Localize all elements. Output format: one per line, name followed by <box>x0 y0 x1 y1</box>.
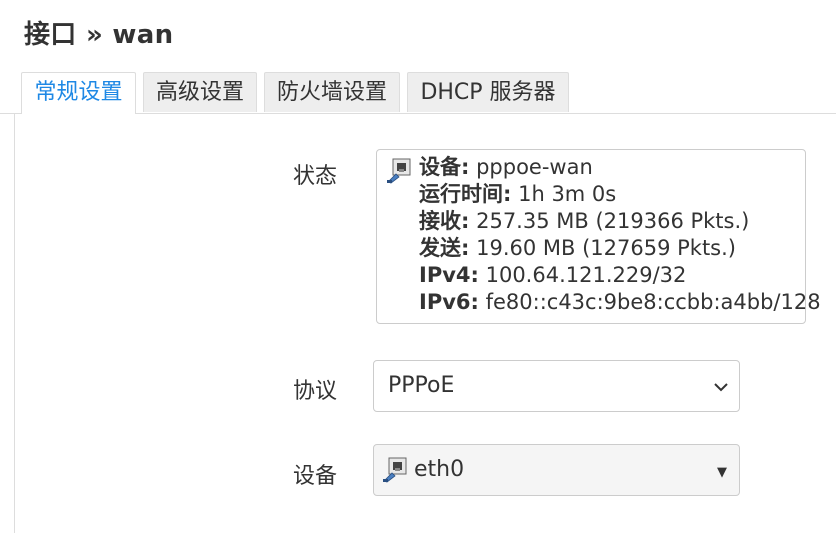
chevron-down-icon <box>714 383 728 392</box>
ethernet-port-icon <box>387 158 411 184</box>
tab-firewall-settings[interactable]: 防火墙设置 <box>264 72 400 112</box>
status-value: 19.60 MB (127659 Pkts.) <box>476 236 736 260</box>
status-details: 设备: pppoe-wan 运行时间: 1h 3m 0s 接收: 257.35 … <box>419 154 821 316</box>
device-select[interactable]: eth0 ▼ <box>373 444 740 496</box>
status-line-ipv4: IPv4: 100.64.121.229/32 <box>419 262 821 289</box>
status-line-rx: 接收: 257.35 MB (219366 Pkts.) <box>419 208 821 235</box>
status-line-ipv6: IPv6: fe80::c43c:9be8:ccbb:a4bb/128 <box>419 289 821 316</box>
status-key: IPv4: <box>419 263 479 287</box>
device-select-value: eth0 <box>414 457 465 482</box>
ethernet-port-icon <box>383 457 407 483</box>
protocol-select[interactable]: PPPoE <box>373 360 740 412</box>
status-value: 257.35 MB (219366 Pkts.) <box>476 209 750 233</box>
status-value: 1h 3m 0s <box>518 182 617 206</box>
status-label: 状态 <box>293 164 338 189</box>
tab-dhcp-server[interactable]: DHCP 服务器 <box>407 72 569 112</box>
tab-advanced-settings[interactable]: 高级设置 <box>143 72 257 112</box>
tab-bar: 常规设置 高级设置 防火墙设置 DHCP 服务器 <box>0 70 836 114</box>
status-key: 发送: <box>419 236 470 260</box>
protocol-select-value: PPPoE <box>388 373 455 398</box>
status-key: 设备: <box>419 155 470 179</box>
tab-general-settings[interactable]: 常规设置 <box>21 72 136 114</box>
dropdown-triangle-icon: ▼ <box>717 465 727 480</box>
status-value: 100.64.121.229/32 <box>485 263 687 287</box>
status-value: fe80::c43c:9be8:ccbb:a4bb/128 <box>485 290 821 314</box>
page-title: 接口 » wan <box>24 20 174 50</box>
status-box: 设备: pppoe-wan 运行时间: 1h 3m 0s 接收: 257.35 … <box>376 149 821 324</box>
protocol-label: 协议 <box>293 379 338 404</box>
status-key: 运行时间: <box>419 182 512 206</box>
device-label: 设备 <box>293 464 338 489</box>
status-line-tx: 发送: 19.60 MB (127659 Pkts.) <box>419 235 821 262</box>
status-value: pppoe-wan <box>476 155 593 179</box>
status-line-device: 设备: pppoe-wan <box>419 154 821 181</box>
status-key: 接收: <box>419 209 470 233</box>
status-key: IPv6: <box>419 290 479 314</box>
status-line-uptime: 运行时间: 1h 3m 0s <box>419 181 821 208</box>
